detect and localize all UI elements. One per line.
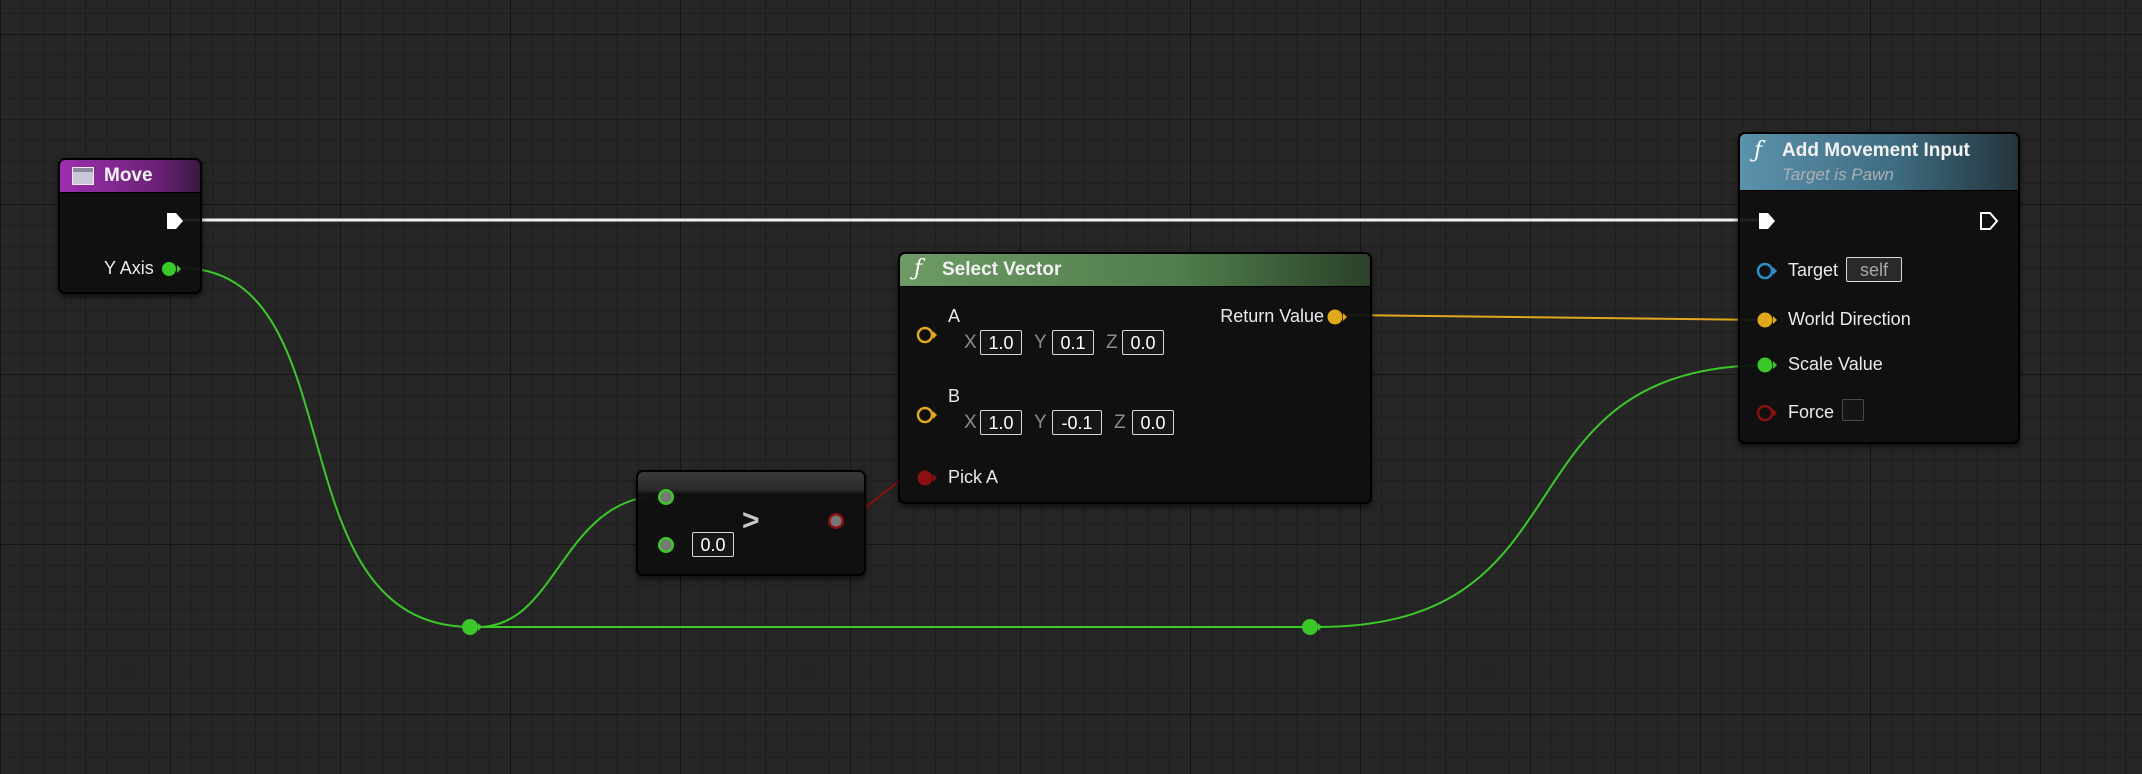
pin-a-z-label: Z	[1106, 332, 1118, 353]
world-direction-pin[interactable]	[1756, 309, 1778, 331]
greater-operator-symbol: >	[742, 504, 760, 537]
pin-a-y-input[interactable]: 0.1	[1052, 330, 1094, 355]
add-movement-input-subtitle: Target is Pawn	[1782, 165, 1894, 184]
pin-a-y-label: Y	[1034, 332, 1047, 353]
greater-b-value-input[interactable]: 0.0	[692, 532, 734, 557]
move-event-node[interactable]: Move Y Axis	[58, 158, 202, 294]
float-wire-yaxis-to-reroute[interactable]	[179, 267, 473, 628]
move-exec-out-pin[interactable]	[164, 210, 186, 232]
pin-b-y-label: Y	[1034, 412, 1047, 433]
y-axis-label: Y Axis	[104, 258, 154, 278]
target-pin[interactable]	[1756, 260, 1778, 282]
greater-output-pin[interactable]	[826, 510, 848, 532]
move-node-header[interactable]: Move	[60, 160, 200, 193]
pin-a-x-input[interactable]: 1.0	[980, 330, 1022, 355]
world-direction-label: World Direction	[1788, 309, 1911, 329]
pin-b-x-input[interactable]: 1.0	[980, 410, 1022, 435]
greater-than-node[interactable]: 0.0 >	[636, 470, 866, 576]
force-checkbox[interactable]	[1842, 399, 1864, 421]
add-movement-input-header[interactable]: ƒ Add Movement Input Target is Pawn	[1740, 134, 2018, 191]
pin-b-label: B	[948, 386, 961, 406]
select-vector-node[interactable]: ƒ Select Vector A X 1.0 Y 0.1 Z 0.0 B X …	[898, 252, 1372, 504]
pin-b-y-input[interactable]: -0.1	[1052, 410, 1102, 435]
y-axis-out-pin[interactable]	[160, 258, 182, 280]
move-node-title: Move	[104, 165, 153, 186]
reroute-knot-1[interactable]	[460, 616, 482, 638]
add-movement-input-title: Add Movement Input	[1782, 140, 1970, 161]
force-pin[interactable]	[1756, 402, 1778, 424]
return-value-label: Return Value	[1220, 306, 1324, 326]
target-label: Target	[1788, 260, 1839, 280]
pick-a-label: Pick A	[948, 467, 999, 487]
scale-value-label: Scale Value	[1788, 354, 1883, 374]
vector-wire-return-to-direction[interactable]	[1345, 314, 1769, 321]
pin-a-z-input[interactable]: 0.0	[1122, 330, 1164, 355]
select-vector-header[interactable]: ƒ Select Vector	[900, 254, 1370, 287]
target-self-input[interactable]: self	[1846, 257, 1902, 282]
scale-value-pin[interactable]	[1756, 354, 1778, 376]
greater-input-a-pin[interactable]	[656, 486, 678, 508]
select-vector-a-pin[interactable]	[916, 324, 938, 346]
function-icon: ƒ	[1754, 138, 1763, 163]
force-label: Force	[1788, 402, 1835, 422]
return-value-pin[interactable]	[1326, 306, 1348, 328]
select-vector-title: Select Vector	[942, 259, 1062, 280]
float-wire-reroute-to-scale[interactable]	[1317, 364, 1771, 628]
pin-a-x-label: X	[964, 332, 977, 353]
reroute-knot-2[interactable]	[1300, 616, 1322, 638]
blueprint-graph-canvas[interactable]: Move Y Axis 0.0 > ƒ Select Vector A X 1.…	[0, 0, 2142, 774]
add-movement-exec-in-pin[interactable]	[1756, 210, 1778, 232]
pin-b-x-label: X	[964, 412, 977, 433]
select-vector-b-pin[interactable]	[916, 404, 938, 426]
add-movement-exec-out-pin[interactable]	[1978, 210, 2000, 232]
pin-b-z-label: Z	[1114, 412, 1126, 433]
greater-input-b-pin[interactable]	[656, 534, 678, 556]
event-icon	[72, 167, 94, 185]
add-movement-input-node[interactable]: ƒ Add Movement Input Target is Pawn Targ…	[1738, 132, 2020, 444]
pick-a-pin[interactable]	[916, 467, 938, 489]
pin-a-label: A	[948, 306, 961, 326]
function-icon: ƒ	[914, 256, 923, 281]
pin-b-z-input[interactable]: 0.0	[1132, 410, 1174, 435]
